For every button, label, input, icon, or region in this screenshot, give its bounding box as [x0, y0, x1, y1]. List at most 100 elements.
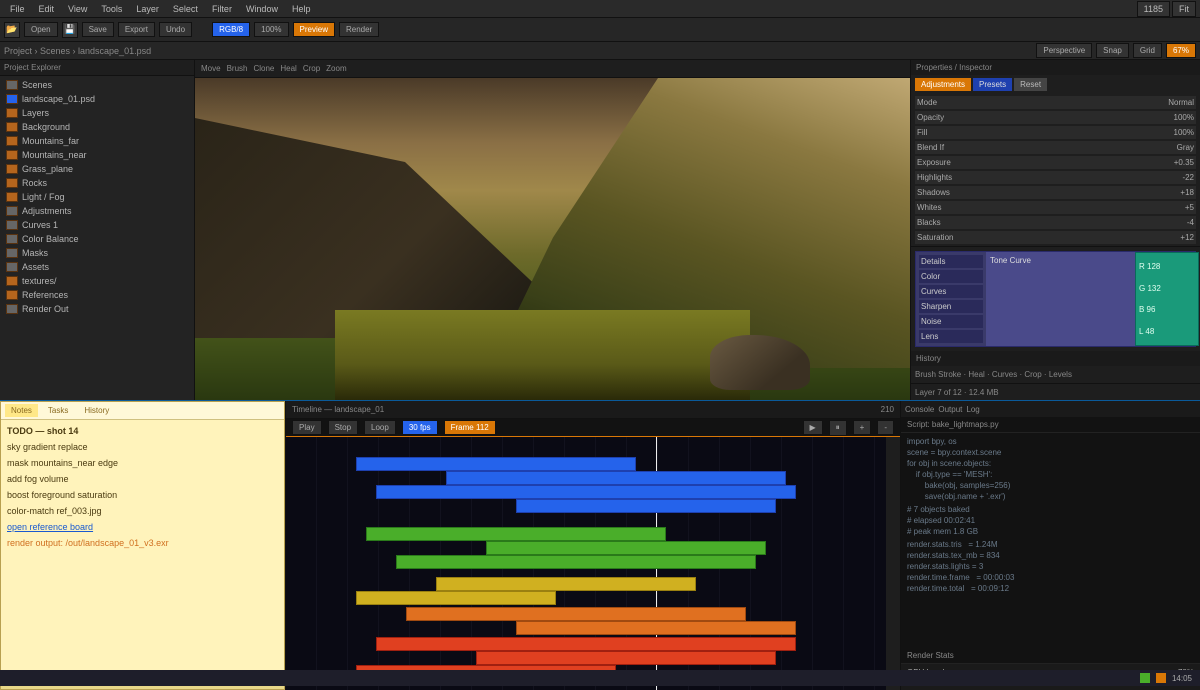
property-row[interactable]: Shadows+18 — [915, 186, 1196, 199]
open-button[interactable]: Open — [24, 22, 58, 37]
tab-adjustments[interactable]: Adjustments — [915, 78, 971, 91]
tree-item[interactable]: Color Balance — [2, 232, 192, 246]
tree-item[interactable]: landscape_01.psd — [2, 92, 192, 106]
timeline-clip[interactable] — [446, 471, 786, 485]
curve-tab[interactable]: Details — [919, 255, 983, 268]
history-list[interactable]: Brush Stroke · Heal · Curves · Crop · Le… — [911, 366, 1200, 383]
timeline-clip[interactable] — [366, 527, 666, 541]
property-row[interactable]: Opacity100% — [915, 111, 1196, 124]
menu-tools[interactable]: Tools — [95, 2, 128, 16]
save-button[interactable]: Save — [82, 22, 114, 37]
tree-item[interactable]: Assets — [2, 260, 192, 274]
timeline-clip[interactable] — [376, 637, 796, 651]
tree-item[interactable]: Mountains_far — [2, 134, 192, 148]
menu-file[interactable]: File — [4, 2, 31, 16]
fps-pill[interactable]: 30 fps — [402, 420, 438, 435]
tree-item[interactable]: Render Out — [2, 302, 192, 316]
tree-item[interactable]: Light / Fog — [2, 190, 192, 204]
play-button[interactable]: Play — [292, 420, 322, 435]
tree-item[interactable]: textures/ — [2, 274, 192, 288]
property-row[interactable]: Fill100% — [915, 126, 1196, 139]
tab-history[interactable]: History — [78, 404, 115, 417]
property-row[interactable]: Blacks-4 — [915, 216, 1196, 229]
timeline-clip[interactable] — [476, 651, 776, 665]
menu-layer[interactable]: Layer — [130, 2, 165, 16]
mode-pill[interactable]: RGB/8 — [212, 22, 250, 37]
notes-link[interactable]: open reference board — [7, 522, 278, 532]
tab-log[interactable]: Log — [966, 405, 979, 414]
tab-output[interactable]: Output — [938, 405, 962, 414]
menu-select[interactable]: Select — [167, 2, 204, 16]
render-pill[interactable]: Render — [339, 22, 379, 37]
property-row[interactable]: Saturation+12 — [915, 231, 1196, 244]
tool-clone[interactable]: Clone — [253, 64, 274, 73]
tool-zoom[interactable]: Zoom — [326, 64, 346, 73]
menu-view[interactable]: View — [62, 2, 93, 16]
tool-crop[interactable]: Crop — [303, 64, 320, 73]
curve-tab[interactable]: Sharpen — [919, 300, 983, 313]
timeline-clip[interactable] — [516, 499, 776, 513]
notes-body[interactable]: TODO — shot 14 sky gradient replace mask… — [1, 420, 284, 673]
tree-item[interactable]: Layers — [2, 106, 192, 120]
preview-pill[interactable]: Preview — [293, 22, 335, 37]
timeline-clip[interactable] — [486, 541, 766, 555]
reset-button[interactable]: Reset — [1014, 78, 1047, 91]
tree-item[interactable]: Masks — [2, 246, 192, 260]
tree-item[interactable]: Curves 1 — [2, 218, 192, 232]
tool-brush[interactable]: Brush — [227, 64, 248, 73]
property-row[interactable]: Blend IfGray — [915, 141, 1196, 154]
menu-edit[interactable]: Edit — [33, 2, 61, 16]
tool-heal[interactable]: Heal — [280, 64, 296, 73]
timeline-scrollbar[interactable] — [886, 437, 900, 690]
tab-tasks[interactable]: Tasks — [42, 404, 74, 417]
timeline-clip[interactable] — [356, 457, 636, 471]
save-icon[interactable]: 💾 — [62, 22, 78, 38]
timeline-clip[interactable] — [356, 591, 556, 605]
tree-item[interactable]: References — [2, 288, 192, 302]
toolbar-right-fit[interactable]: Fit — [1172, 1, 1196, 17]
menu-filter[interactable]: Filter — [206, 2, 238, 16]
property-row[interactable]: Highlights-22 — [915, 171, 1196, 184]
timeline-clip[interactable] — [376, 485, 796, 499]
curve-tab[interactable]: Lens — [919, 330, 983, 343]
curve-tab[interactable]: Noise — [919, 315, 983, 328]
snap-toggle[interactable]: Snap — [1096, 43, 1129, 58]
breadcrumb[interactable]: Project › Scenes › landscape_01.psd — [4, 46, 151, 56]
property-row[interactable]: ModeNormal — [915, 96, 1196, 109]
grid-toggle[interactable]: Grid — [1133, 43, 1162, 58]
timeline-clip[interactable] — [396, 555, 756, 569]
canvas[interactable] — [195, 78, 910, 400]
tree-item[interactable]: Background — [2, 120, 192, 134]
curve-tab[interactable]: Color — [919, 270, 983, 283]
curve-body[interactable]: Tone Curve R 128G 132B 96L 48 — [986, 252, 1195, 346]
timeline-body[interactable] — [286, 437, 900, 690]
tool-move[interactable]: Move — [201, 64, 221, 73]
zoom-out-icon[interactable]: - — [877, 420, 894, 435]
zoom-in-icon[interactable]: + — [853, 420, 872, 435]
tree-item[interactable]: Mountains_near — [2, 148, 192, 162]
timeline-clip[interactable] — [516, 621, 796, 635]
tray-icon[interactable] — [1156, 673, 1166, 683]
curve-tab[interactable]: Curves — [919, 285, 983, 298]
loop-button[interactable]: Loop — [364, 420, 396, 435]
stop-button[interactable]: Stop — [328, 420, 358, 435]
tab-presets[interactable]: Presets — [973, 78, 1012, 91]
pause-icon[interactable]: ⏸ — [829, 420, 847, 436]
open-icon[interactable]: 📂 — [4, 22, 20, 38]
tree-item[interactable]: Adjustments — [2, 204, 192, 218]
play-icon[interactable]: ▶ — [803, 420, 823, 435]
tab-console[interactable]: Console — [905, 405, 934, 414]
zoom-level[interactable]: 67% — [1166, 43, 1196, 58]
timeline-clip[interactable] — [406, 607, 746, 621]
property-row[interactable]: Whites+5 — [915, 201, 1196, 214]
tree-item[interactable]: Rocks — [2, 176, 192, 190]
tray-icon[interactable] — [1140, 673, 1150, 683]
code-editor[interactable]: import bpy, osscene = bpy.context.scenef… — [901, 433, 1200, 648]
undo-button[interactable]: Undo — [159, 22, 192, 37]
zoom-pill[interactable]: 100% — [254, 22, 288, 37]
tree-item[interactable]: Grass_plane — [2, 162, 192, 176]
menu-help[interactable]: Help — [286, 2, 317, 16]
tab-notes[interactable]: Notes — [5, 404, 38, 417]
menu-window[interactable]: Window — [240, 2, 284, 16]
property-row[interactable]: Exposure+0.35 — [915, 156, 1196, 169]
